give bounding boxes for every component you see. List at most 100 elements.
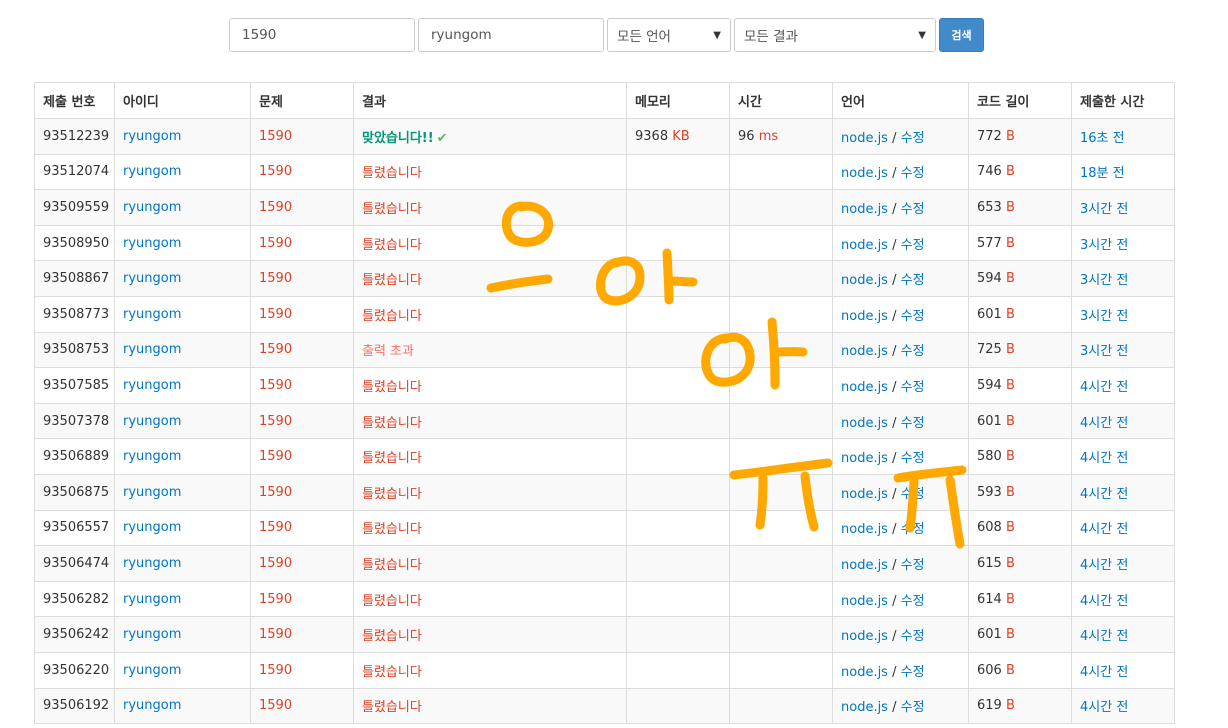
cell-submitted-at: 4시간 전 <box>1071 402 1175 440</box>
problem-link[interactable]: 1590 <box>259 378 292 393</box>
table-row: 93508950 ryungom 1590 틀렸습니다 node.js / 수정 577 … <box>34 224 1175 262</box>
language-link[interactable]: node.js <box>841 451 888 466</box>
language-link[interactable]: node.js <box>841 594 888 609</box>
user-link[interactable]: ryungom <box>123 307 181 322</box>
submitted-time-link[interactable]: 3시간 전 <box>1080 344 1128 359</box>
submitted-time-link[interactable]: 4시간 전 <box>1080 380 1128 395</box>
language-link[interactable]: node.js <box>841 522 888 537</box>
submitted-time-link[interactable]: 3시간 전 <box>1080 202 1128 217</box>
edit-link[interactable]: 수정 <box>901 594 925 609</box>
cell-submitted-at: 4시간 전 <box>1071 438 1175 475</box>
submitted-time-link[interactable]: 4시간 전 <box>1080 416 1128 431</box>
edit-link[interactable]: 수정 <box>901 558 925 573</box>
problem-link[interactable]: 1590 <box>259 164 292 179</box>
problem-link[interactable]: 1590 <box>259 485 292 500</box>
submitted-time-link[interactable]: 4시간 전 <box>1080 594 1128 609</box>
edit-link[interactable]: 수정 <box>901 273 925 288</box>
edit-link[interactable]: 수정 <box>901 131 925 146</box>
edit-link[interactable]: 수정 <box>901 487 925 502</box>
user-link[interactable]: ryungom <box>123 271 181 286</box>
problem-link[interactable]: 1590 <box>259 627 292 642</box>
edit-link[interactable]: 수정 <box>901 451 925 466</box>
language-link[interactable]: node.js <box>841 380 888 395</box>
problem-link[interactable]: 1590 <box>259 449 292 464</box>
cell-result: 틀렸습니다 <box>353 438 627 475</box>
submitted-time-link[interactable]: 3시간 전 <box>1080 309 1128 324</box>
memory-unit: KB <box>672 128 690 144</box>
problem-link[interactable]: 1590 <box>259 663 292 678</box>
submitted-time-link[interactable]: 4시간 전 <box>1080 629 1128 644</box>
problem-link[interactable]: 1590 <box>259 698 292 713</box>
user-link[interactable]: ryungom <box>123 342 181 357</box>
language-link[interactable]: node.js <box>841 309 888 324</box>
language-link[interactable]: node.js <box>841 700 888 715</box>
problem-link[interactable]: 1590 <box>259 592 292 607</box>
user-link[interactable]: ryungom <box>123 449 181 464</box>
submitted-time-link[interactable]: 3시간 전 <box>1080 273 1128 288</box>
submitted-time-link[interactable]: 4시간 전 <box>1080 700 1128 715</box>
language-select[interactable]: 모든 언어 ▼ <box>607 18 731 52</box>
user-link[interactable]: ryungom <box>123 663 181 678</box>
problem-link[interactable]: 1590 <box>259 556 292 571</box>
problem-link[interactable]: 1590 <box>259 307 292 322</box>
user-link[interactable]: ryungom <box>123 627 181 642</box>
problem-link[interactable]: 1590 <box>259 414 292 429</box>
user-link[interactable]: ryungom <box>123 520 181 535</box>
code-length-unit: B <box>1005 377 1015 393</box>
user-link[interactable]: ryungom <box>123 378 181 393</box>
language-link[interactable]: node.js <box>841 416 888 431</box>
submitted-time-link[interactable]: 3시간 전 <box>1080 238 1128 253</box>
problem-id-input[interactable] <box>229 18 415 52</box>
user-link[interactable]: ryungom <box>123 592 181 607</box>
cell-submitted-at: 3시간 전 <box>1071 295 1175 333</box>
edit-link[interactable]: 수정 <box>901 344 925 359</box>
language-link[interactable]: node.js <box>841 558 888 573</box>
user-link[interactable]: ryungom <box>123 164 181 179</box>
user-link[interactable]: ryungom <box>123 698 181 713</box>
language-link[interactable]: node.js <box>841 273 888 288</box>
user-link[interactable]: ryungom <box>123 556 181 571</box>
edit-link[interactable]: 수정 <box>901 202 925 217</box>
language-link[interactable]: node.js <box>841 202 888 217</box>
edit-link[interactable]: 수정 <box>901 522 925 537</box>
user-link[interactable]: ryungom <box>123 485 181 500</box>
language-link[interactable]: node.js <box>841 665 888 680</box>
edit-link[interactable]: 수정 <box>901 665 925 680</box>
submitted-time-link[interactable]: 16초 전 <box>1080 131 1125 146</box>
submitted-time-link[interactable]: 4시간 전 <box>1080 665 1128 680</box>
cell-submitted-at: 4시간 전 <box>1071 580 1175 618</box>
problem-link[interactable]: 1590 <box>259 271 292 286</box>
submitted-time-link[interactable]: 18분 전 <box>1080 166 1125 181</box>
language-link[interactable]: node.js <box>841 629 888 644</box>
user-id-input[interactable] <box>418 18 604 52</box>
edit-link[interactable]: 수정 <box>901 238 925 253</box>
submitted-time-link[interactable]: 4시간 전 <box>1080 487 1128 502</box>
user-link[interactable]: ryungom <box>123 236 181 251</box>
submitted-time-link[interactable]: 4시간 전 <box>1080 558 1128 573</box>
submitted-time-link[interactable]: 4시간 전 <box>1080 522 1128 537</box>
language-link[interactable]: node.js <box>841 238 888 253</box>
search-button[interactable]: 검색 <box>939 18 984 52</box>
submitted-time-link[interactable]: 4시간 전 <box>1080 451 1128 466</box>
problem-link[interactable]: 1590 <box>259 520 292 535</box>
edit-link[interactable]: 수정 <box>901 309 925 324</box>
edit-link[interactable]: 수정 <box>901 416 925 431</box>
user-link[interactable]: ryungom <box>123 129 181 144</box>
problem-link[interactable]: 1590 <box>259 200 292 215</box>
result-select[interactable]: 모든 결과 ▼ <box>734 18 936 52</box>
table-row: 93506889 ryungom 1590 틀렸습니다 node.js / 수정 580 … <box>34 438 1175 475</box>
user-link[interactable]: ryungom <box>123 200 181 215</box>
cell-result: 틀렸습니다 <box>353 616 627 653</box>
language-link[interactable]: node.js <box>841 166 888 181</box>
edit-link[interactable]: 수정 <box>901 380 925 395</box>
language-link[interactable]: node.js <box>841 131 888 146</box>
problem-link[interactable]: 1590 <box>259 342 292 357</box>
edit-link[interactable]: 수정 <box>901 166 925 181</box>
edit-link[interactable]: 수정 <box>901 629 925 644</box>
user-link[interactable]: ryungom <box>123 414 181 429</box>
language-link[interactable]: node.js <box>841 487 888 502</box>
language-link[interactable]: node.js <box>841 344 888 359</box>
edit-link[interactable]: 수정 <box>901 700 925 715</box>
problem-link[interactable]: 1590 <box>259 129 292 144</box>
problem-link[interactable]: 1590 <box>259 236 292 251</box>
